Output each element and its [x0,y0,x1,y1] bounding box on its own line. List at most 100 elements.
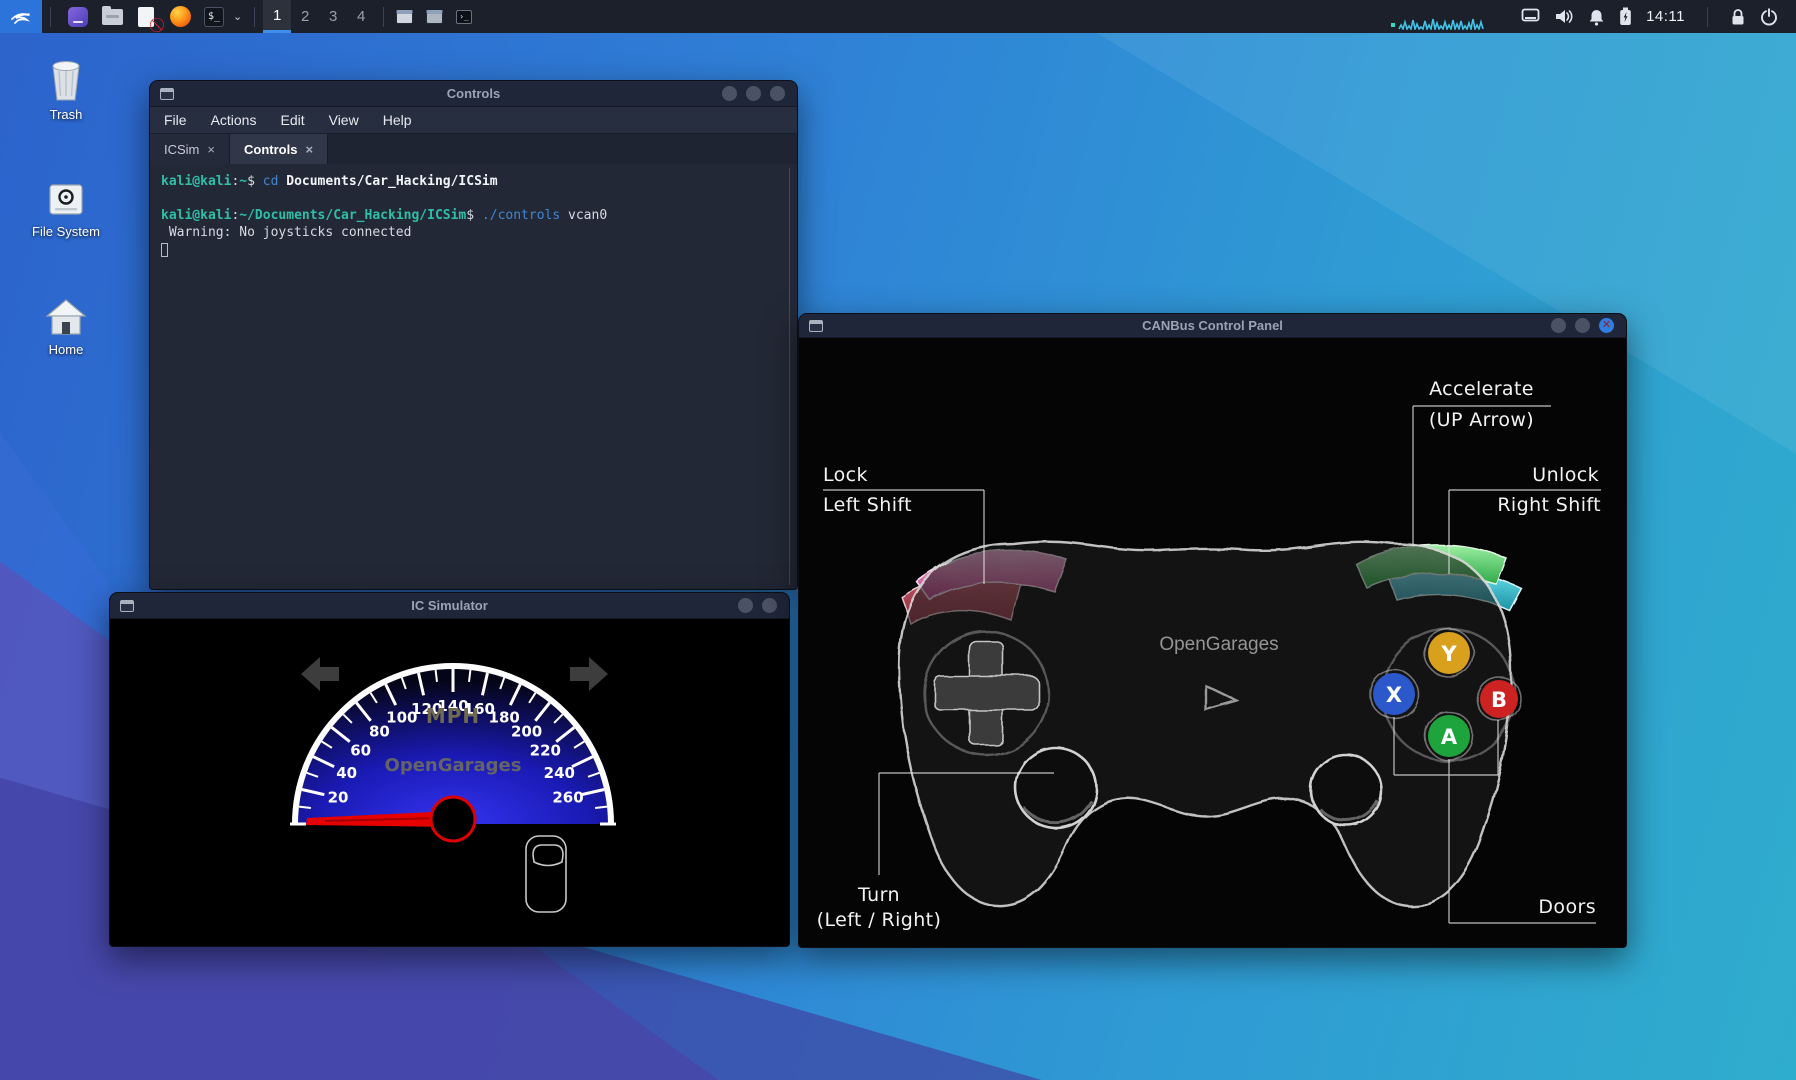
taskbar-window-icon[interactable] [396,10,413,24]
firefox-icon[interactable] [169,6,191,28]
terminal-content[interactable]: kali@kali:~$ cd Documents/Car_Hacking/IC… [150,164,797,590]
menu-item-view[interactable]: View [329,112,359,128]
top-panel: $_ ⌄ 1 2 3 4 ›_ [0,0,1796,33]
desktop: $_ ⌄ 1 2 3 4 ›_ [0,0,1796,1080]
terminal-titlebar[interactable]: Controls [150,81,797,107]
desktop-icon-file-system[interactable]: File System [18,172,114,239]
canbus-window: CANBus Control Panel ✕ [798,313,1627,948]
menu-item-help[interactable]: Help [383,112,412,128]
svg-text:220: 220 [530,741,561,759]
label-unlock: Unlock [1449,464,1599,486]
desktop-icon-label: Home [18,342,114,357]
tab-controls[interactable]: Controls × [230,134,328,164]
turn-signal-right-icon [570,657,608,691]
label-turn-key: (Left / Right) [804,909,954,931]
panel-separator [1707,7,1708,27]
workspace-2[interactable]: 2 [291,0,319,33]
svg-text:260: 260 [552,789,583,807]
icsim-titlebar[interactable]: IC Simulator [110,593,789,619]
svg-text:40: 40 [336,764,357,782]
launcher-bar: $_ ⌄ [59,6,246,28]
canbus-brand-label: OpenGarages [1151,634,1287,656]
maximize-button[interactable] [762,598,777,613]
tab-close-icon[interactable]: × [305,142,313,157]
maximize-button[interactable] [746,86,761,101]
terminal-line: kali@kali:~/Documents/Car_Hacking/ICSim$… [161,207,797,224]
speedometer: 20406080100120140160180200220240260 MPH … [110,619,790,947]
button-y-label: Y [1440,642,1457,666]
tab-label: Controls [244,142,297,157]
lock-icon[interactable] [1730,8,1746,26]
close-button[interactable] [770,86,785,101]
app-launcher-icon[interactable] [67,6,89,28]
panel-separator [254,7,255,27]
text-editor-icon[interactable] [135,6,157,28]
minimize-button[interactable] [1551,318,1566,333]
notification-bell-icon[interactable] [1588,8,1605,26]
desktop-icon-home[interactable]: Home [18,290,114,357]
chevron-down-icon[interactable]: ⌄ [233,10,242,23]
needle-hub [431,797,475,841]
svg-text:200: 200 [511,723,542,741]
terminal-launcher-icon[interactable]: $_ [203,6,225,28]
right-stick [1311,755,1381,825]
system-tray: 14:11 [1389,4,1796,30]
workspace-1[interactable]: 1 [263,0,291,33]
gauge-brand-label: OpenGarages [385,755,522,776]
icsim-window-title: IC Simulator [110,598,789,613]
workspace-switcher: 1 2 3 4 [263,0,375,33]
workspace-3[interactable]: 3 [319,0,347,33]
trash-icon [18,55,114,103]
panel-separator [383,7,384,27]
door-indicator-icon [526,836,566,912]
battery-icon[interactable] [1619,7,1632,26]
desktop-icon-label: File System [18,224,114,239]
volume-icon[interactable] [1554,8,1574,25]
svg-text:20: 20 [328,789,349,807]
desktop-icon-label: Trash [18,107,114,122]
terminal-cursor [161,243,168,257]
canbus-titlebar[interactable]: CANBus Control Panel ✕ [799,314,1626,338]
svg-text:60: 60 [350,741,371,759]
tab-icsim[interactable]: ICSim × [150,134,230,164]
terminal-window: Controls File Actions Edit View Help ICS… [149,80,798,590]
close-button[interactable]: ✕ [1599,318,1614,333]
menu-item-actions[interactable]: Actions [211,112,257,128]
taskbar-window-icon[interactable] [426,10,443,24]
network-monitor-graph [1389,4,1507,30]
kali-logo-icon [9,5,33,29]
file-manager-icon[interactable] [101,6,123,28]
kali-menu-button[interactable] [0,0,42,33]
gauge-unit-label: MPH [426,704,480,728]
menu-item-file[interactable]: File [164,112,187,128]
power-icon[interactable] [1760,8,1778,26]
display-icon[interactable] [1521,8,1540,25]
tab-label: ICSim [164,142,199,157]
file-system-icon [18,172,114,220]
workspace-4[interactable]: 4 [347,0,375,33]
label-accelerate: Accelerate [1409,378,1554,400]
terminal-output-line: Warning: No joysticks connected [161,224,797,241]
label-lock: Lock [823,464,868,486]
terminal-cursor-line [161,241,797,258]
terminal-line: kali@kali:~$ cd Documents/Car_Hacking/IC… [161,173,797,190]
maximize-button[interactable] [1575,318,1590,333]
terminal-menubar: File Actions Edit View Help [150,107,797,134]
clock[interactable]: 14:11 [1646,8,1685,25]
canbus-window-title: CANBus Control Panel [799,318,1626,333]
button-b-label: B [1491,688,1507,712]
taskbar-terminal-icon[interactable]: ›_ [456,10,472,24]
button-x-label: X [1386,683,1402,707]
desktop-icon-trash[interactable]: Trash [18,55,114,122]
window-task-list: ›_ [392,10,476,24]
home-icon [18,290,114,338]
left-stick [1016,748,1096,828]
minimize-button[interactable] [722,86,737,101]
tab-close-icon[interactable]: × [207,142,215,157]
label-accelerate-key: (UP Arrow) [1409,409,1554,431]
menu-item-edit[interactable]: Edit [280,112,304,128]
label-doors: Doors [1479,896,1596,918]
minimize-button[interactable] [738,598,753,613]
terminal-window-title: Controls [150,86,797,101]
label-lock-key: Left Shift [823,494,912,516]
